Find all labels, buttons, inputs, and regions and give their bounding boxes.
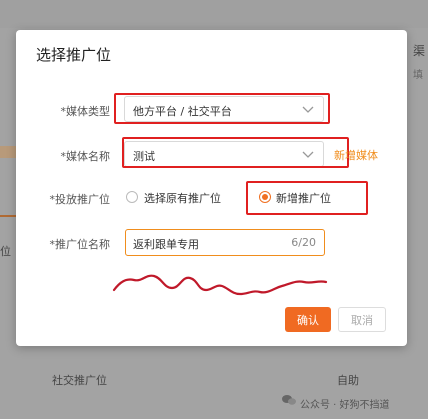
dialog-title: 选择推广位 — [36, 46, 112, 64]
placement-label: *投放推广位 — [49, 193, 111, 206]
media-name-label: *媒体名称 — [60, 150, 111, 163]
radio-existing-placement[interactable] — [126, 191, 138, 203]
confirm-button[interactable]: 确认 — [285, 307, 331, 332]
cancel-button[interactable]: 取消 — [338, 307, 386, 332]
media-type-label: *媒体类型 — [60, 105, 111, 118]
radio-existing-placement-label[interactable]: 选择原有推广位 — [144, 190, 221, 206]
background-header-char: 填 — [413, 70, 423, 81]
character-counter: 6/20 — [291, 236, 316, 249]
background-header — [0, 0, 428, 28]
watermark-text: 公众号 · 好狗不挡道 — [300, 400, 390, 411]
background-header-char: 渠 — [413, 44, 426, 58]
annotation-box — [246, 181, 368, 215]
placement-name-input[interactable]: 返利跟单专用 6/20 — [125, 229, 325, 256]
background-row-type: 自助 — [337, 374, 359, 387]
placement-name-value: 返利跟单专用 — [133, 238, 199, 251]
background-row-name: 社交推广位 — [52, 374, 107, 387]
annotation-box — [114, 93, 330, 124]
annotation-scribble — [112, 274, 328, 296]
placement-name-label: *推广位名称 — [49, 238, 111, 251]
add-media-link[interactable]: 新增媒体 — [334, 147, 378, 163]
wechat-icon — [282, 395, 296, 405]
background-fragment: 位 — [0, 245, 11, 258]
annotation-box — [122, 137, 349, 168]
